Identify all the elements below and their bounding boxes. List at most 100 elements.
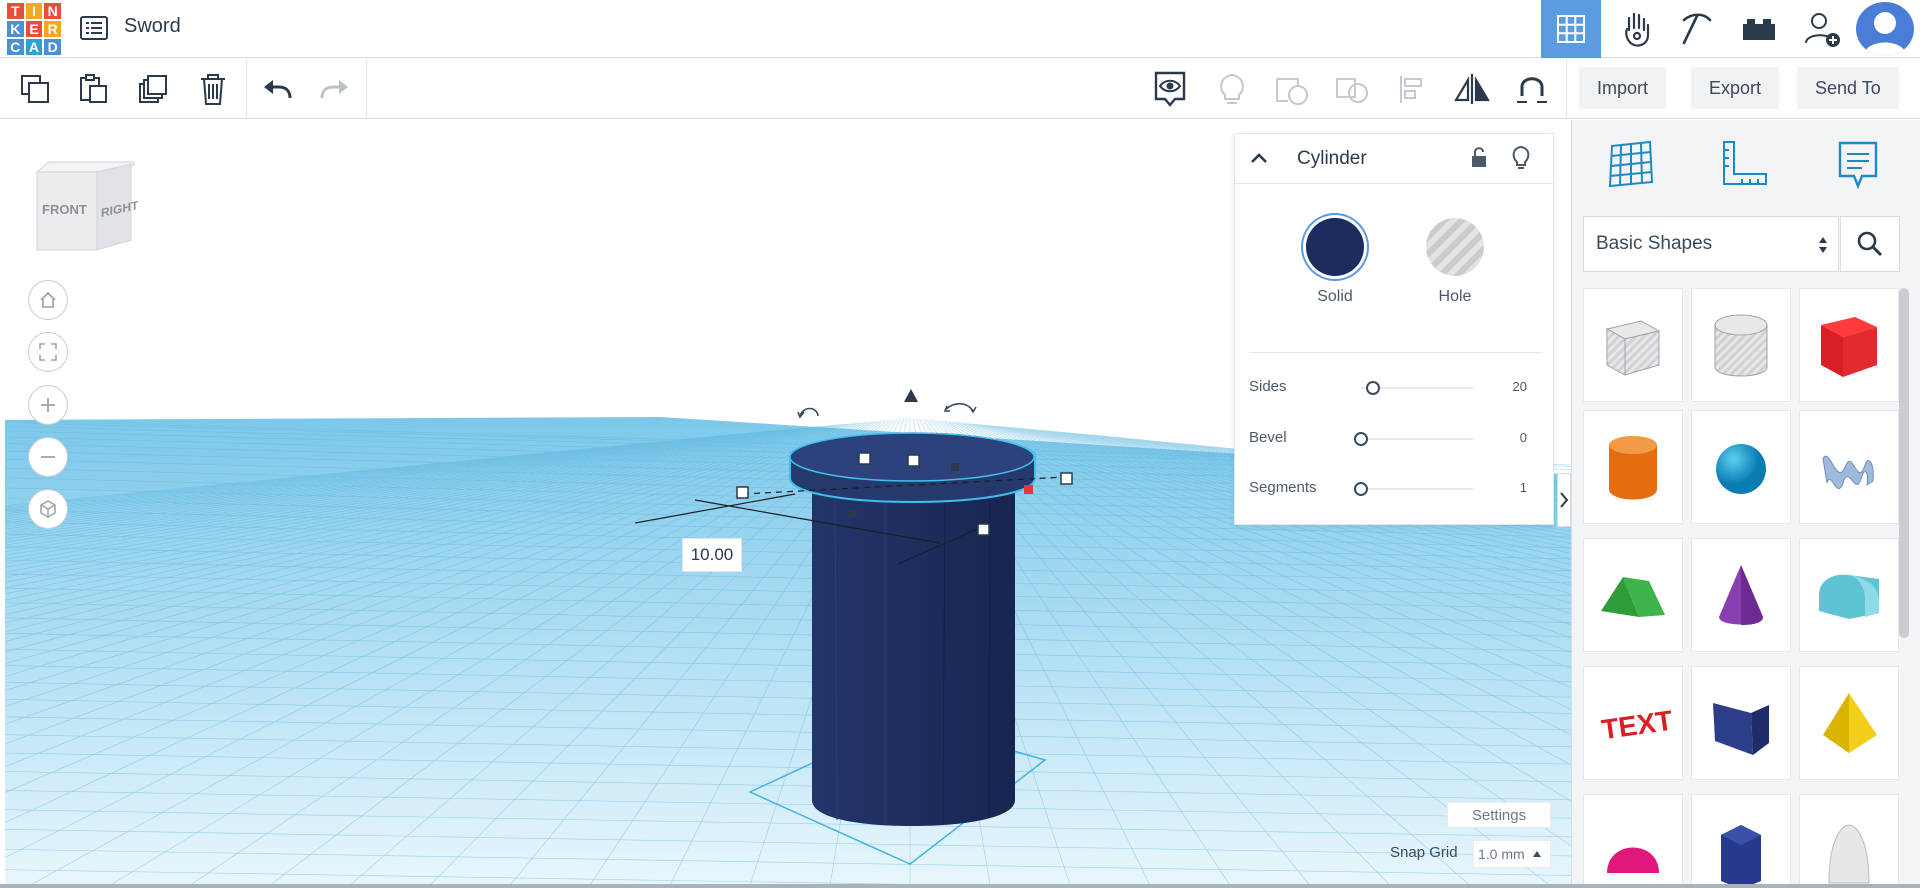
- hole-swatch[interactable]: [1426, 218, 1484, 276]
- cone-icon: [1719, 565, 1763, 625]
- hide-lightbulb-button[interactable]: [1210, 67, 1254, 111]
- ruler-tool-button[interactable]: [1712, 132, 1776, 196]
- send-to-button[interactable]: Send To: [1797, 67, 1899, 109]
- solid-color-swatch[interactable]: [1306, 218, 1364, 276]
- param-slider-knob[interactable]: [1366, 381, 1381, 395]
- round-roof-icon: [1819, 574, 1879, 619]
- workplane-tool-button[interactable]: [1598, 132, 1662, 196]
- lightbulb-icon[interactable]: [1511, 145, 1531, 171]
- rotate-handle[interactable]: [797, 407, 819, 419]
- shape-tile[interactable]: [1691, 538, 1791, 652]
- param-label: Bevel: [1249, 429, 1287, 446]
- panel-scrollbar[interactable]: [1899, 288, 1909, 638]
- param-label: Sides: [1249, 378, 1287, 395]
- magnet-icon: [1517, 77, 1547, 103]
- delete-button[interactable]: [191, 67, 235, 111]
- export-button[interactable]: Export: [1691, 67, 1780, 109]
- polygon-icon: [1721, 825, 1761, 888]
- minecraft-blocks-button[interactable]: [1667, 0, 1727, 58]
- minus-icon: [41, 456, 55, 458]
- undo-icon: [264, 80, 292, 99]
- shape-tile[interactable]: [1583, 538, 1683, 652]
- show-all-button[interactable]: [1148, 67, 1192, 111]
- 3d-design-view-button[interactable]: [1541, 0, 1601, 58]
- copy-icon: [21, 75, 49, 103]
- shape-tile[interactable]: [1799, 288, 1899, 402]
- sides-param[interactable]: Sides 20: [1249, 376, 1539, 400]
- shape-tile[interactable]: [1691, 794, 1791, 888]
- shape-tile[interactable]: [1799, 666, 1899, 780]
- tinkercad-logo[interactable]: T I N K E R C A D: [7, 3, 61, 55]
- solid-label: Solid: [1317, 288, 1353, 305]
- shape-tile[interactable]: [1799, 410, 1899, 524]
- copy-button[interactable]: [13, 67, 57, 111]
- settings-button[interactable]: Settings: [1447, 802, 1551, 828]
- plus-icon: [41, 398, 55, 412]
- half-sphere-icon: [1607, 847, 1659, 873]
- redo-button[interactable]: [313, 67, 357, 111]
- sort-icon: [1819, 237, 1827, 253]
- align-button[interactable]: [1390, 67, 1434, 111]
- snap-grid-select[interactable]: 1.0 mm: [1473, 840, 1551, 868]
- shape-tile[interactable]: [1799, 794, 1899, 888]
- param-value[interactable]: 1: [1520, 480, 1527, 495]
- box-icon: [1821, 317, 1877, 377]
- user-icon: [1864, 12, 1906, 56]
- share-button[interactable]: [1793, 0, 1853, 58]
- collapse-panel-button[interactable]: [1557, 473, 1571, 527]
- fit-view-button[interactable]: [28, 332, 68, 372]
- mirror-button[interactable]: [1450, 67, 1494, 111]
- shape-category-select[interactable]: Basic Shapes: [1583, 216, 1839, 272]
- param-slider-knob[interactable]: [1354, 482, 1368, 496]
- shape-category-value: Basic Shapes: [1596, 233, 1713, 254]
- shape-tile[interactable]: [1691, 666, 1791, 780]
- home-view-button[interactable]: [28, 280, 68, 320]
- group-button[interactable]: [1270, 67, 1314, 111]
- shape-tile[interactable]: [1799, 538, 1899, 652]
- chevron-up-icon[interactable]: [1249, 150, 1269, 166]
- dimension-input[interactable]: 10.00: [682, 538, 742, 572]
- avatar[interactable]: [1856, 2, 1914, 56]
- undo-button[interactable]: [255, 67, 299, 111]
- perspective-button[interactable]: [28, 489, 68, 529]
- add-user-icon: [1805, 13, 1840, 47]
- view-cube-front-label: FRONT: [42, 202, 87, 217]
- zoom-out-button[interactable]: [28, 437, 68, 477]
- import-button[interactable]: Import: [1579, 67, 1667, 109]
- shape-tile[interactable]: [1583, 794, 1683, 888]
- duplicate-button[interactable]: [131, 67, 175, 111]
- cylinder-hole-icon: [1714, 314, 1768, 377]
- zoom-in-button[interactable]: [28, 385, 68, 425]
- cruise-button[interactable]: [1510, 67, 1554, 111]
- logo-letter: D: [44, 39, 61, 55]
- shape-tile[interactable]: [1691, 288, 1791, 402]
- shape-search-button[interactable]: [1840, 216, 1900, 272]
- shape-tile[interactable]: [1583, 410, 1683, 524]
- lock-icon[interactable]: [1469, 146, 1489, 170]
- bevel-param[interactable]: Bevel 0: [1249, 427, 1539, 451]
- paste-button[interactable]: [71, 67, 115, 111]
- param-value[interactable]: 20: [1513, 379, 1527, 394]
- param-slider-track[interactable]: [1361, 488, 1473, 490]
- param-label: Segments: [1249, 479, 1317, 496]
- note-icon: [1838, 141, 1878, 190]
- shape-tile[interactable]: [1691, 410, 1791, 524]
- view-cube[interactable]: FRONT RIGHT: [35, 160, 139, 260]
- param-slider-track[interactable]: [1361, 438, 1473, 440]
- design-title[interactable]: Sword: [124, 15, 181, 38]
- shape-tile[interactable]: TEXT: [1583, 666, 1683, 780]
- notes-tool-button[interactable]: [1826, 132, 1890, 196]
- bricks-button[interactable]: [1729, 0, 1789, 58]
- shape-tile[interactable]: [1583, 288, 1683, 402]
- segments-param[interactable]: Segments 1: [1249, 477, 1539, 501]
- trash-icon: [201, 74, 225, 105]
- design-list-button[interactable]: [78, 12, 110, 44]
- sim-lab-button[interactable]: [1607, 0, 1667, 58]
- box-hole-icon: [1605, 320, 1661, 376]
- param-value[interactable]: 0: [1520, 430, 1527, 445]
- ungroup-button[interactable]: [1330, 67, 1374, 111]
- snap-grid-value: 1.0 mm: [1478, 846, 1525, 862]
- height-arrow[interactable]: [904, 389, 918, 402]
- rotate-handle[interactable]: [943, 402, 977, 414]
- param-slider-knob[interactable]: [1354, 432, 1368, 446]
